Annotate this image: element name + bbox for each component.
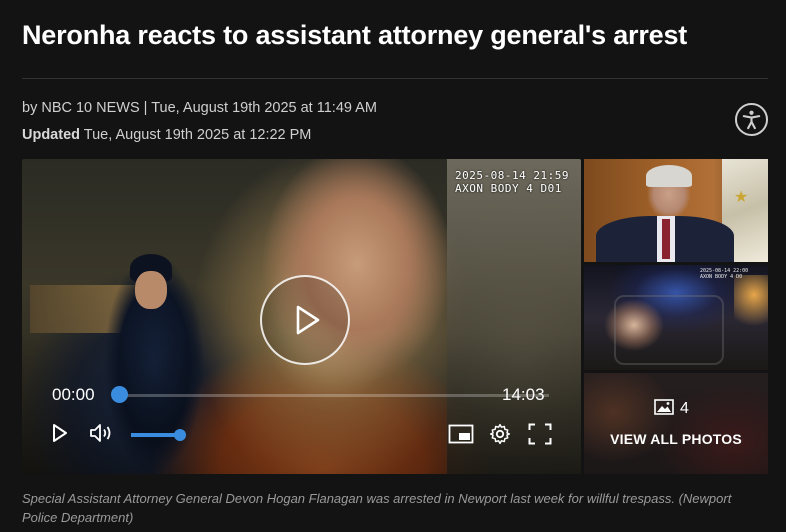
flag-star: ★ [734,189,749,206]
image-icon [654,399,674,415]
play-icon [53,424,67,442]
updated-line: Updated Tue, August 19th 2025 at 12:22 P… [22,127,311,143]
person-hair [646,165,692,187]
street-light [734,275,768,335]
header-divider [22,78,768,79]
photo-count-value: 4 [680,400,689,417]
gear-icon [489,423,511,445]
picture-in-picture-icon [448,424,474,444]
play-icon [296,305,320,335]
big-play-button[interactable] [260,275,350,365]
view-all-photos-label: VIEW ALL PHOTOS [610,431,742,447]
photo-count: 4 [654,399,689,418]
gallery-thumbnail-2[interactable]: 2025-08-14 22:00 AXON BODY 4 D0 [584,265,768,370]
current-time: 00:00 [52,385,95,404]
photo-caption: Special Assistant Attorney General Devon… [22,491,732,525]
volume-handle[interactable] [174,429,186,441]
fullscreen-icon [528,423,552,445]
video-player[interactable]: 2025-08-14 21:59 AXON BODY 4 D01 00:00 1… [22,159,581,474]
accessibility-button[interactable] [735,103,768,136]
bodycam-timestamp: 2025-08-14 21:59 AXON BODY 4 D01 [455,169,569,195]
play-button[interactable] [52,423,68,448]
volume-slider[interactable] [131,433,179,437]
fullscreen-button[interactable] [528,423,552,450]
person-tie [662,219,670,259]
car-interior [614,295,724,365]
settings-button[interactable] [489,423,511,450]
seek-handle[interactable] [111,386,128,403]
byline: by NBC 10 NEWS | Tue, August 19th 2025 a… [22,100,377,116]
view-all-photos-tile[interactable]: 4 VIEW ALL PHOTOS [584,373,768,474]
thumbnail-timestamp: 2025-08-14 22:00 AXON BODY 4 D0 [700,268,749,280]
gallery-thumbnail-1[interactable]: ★ [584,159,768,262]
tile-overlay [584,373,768,474]
pip-button[interactable] [448,424,474,449]
article-headline: Neronha reacts to assistant attorney gen… [22,20,688,50]
volume-level [131,433,179,437]
accessibility-icon [742,110,761,130]
updated-label: Updated [22,127,80,143]
updated-time: Tue, August 19th 2025 at 12:22 PM [83,127,312,143]
volume-icon [90,424,111,442]
seek-bar[interactable] [119,394,549,397]
mute-button[interactable] [89,423,115,448]
